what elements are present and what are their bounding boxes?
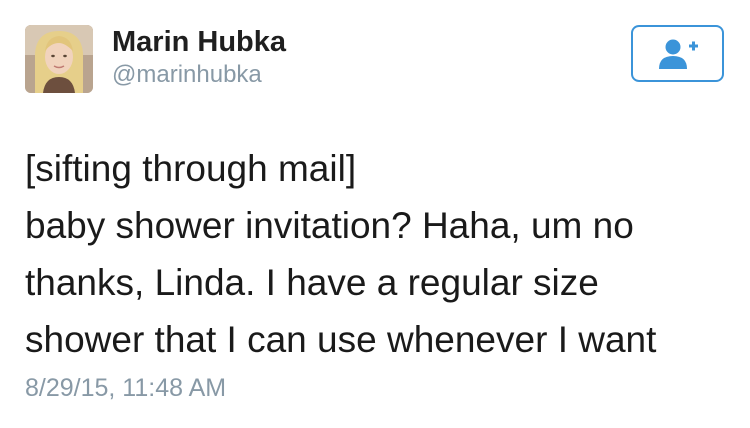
follow-button[interactable] [631,25,724,82]
user-handle[interactable]: @marinhubka [112,60,262,90]
avatar[interactable] [25,25,93,93]
tweet-line: shower that I can use whenever I want [25,319,657,360]
tweet-line: thanks, Linda. I have a regular size [25,262,599,303]
add-user-icon [658,39,698,69]
profile-photo-icon [25,25,93,93]
tweet-text: [sifting through mail] baby shower invit… [25,140,735,368]
tweet-line: [sifting through mail] [25,148,357,189]
display-name[interactable]: Marin Hubka [112,24,286,60]
tweet-timestamp[interactable]: 8/29/15, 11:48 AM [25,372,226,404]
tweet-line: baby shower invitation? Haha, um no [25,205,634,246]
